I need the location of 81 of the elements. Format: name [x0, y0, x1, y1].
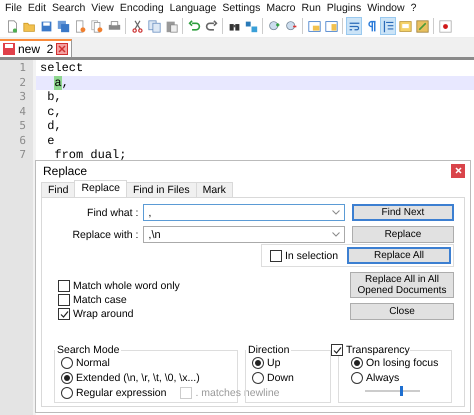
combo-field[interactable]: ,\n	[143, 226, 345, 243]
close-button[interactable]	[451, 164, 465, 178]
redo-icon	[204, 20, 218, 32]
radio-button[interactable]: Down	[252, 372, 324, 384]
code-line: d,	[46, 119, 63, 134]
code-line: from dual;	[53, 148, 128, 162]
code-line: e	[46, 134, 55, 148]
clipboard-icon	[164, 20, 178, 32]
copy-icon	[148, 20, 160, 32]
dialog-tab[interactable]: Find	[41, 182, 76, 197]
dialog-button[interactable]: Replace All in All Opened Documents	[350, 272, 454, 298]
zoom-out-icon	[284, 20, 298, 32]
radio-button[interactable]: Always	[351, 372, 445, 384]
radio-button[interactable]: Extended (\n, \r, \t, \0, \x...)	[61, 372, 231, 384]
record-icon	[438, 20, 452, 32]
checkbox[interactable]: Match case	[58, 294, 180, 306]
radio-button[interactable]: Normal	[61, 357, 231, 369]
menu-item[interactable]: Plugins	[324, 2, 366, 14]
line-number: 6	[18, 134, 27, 148]
new-file-icon	[6, 20, 18, 32]
checkbox[interactable]: In selection	[270, 250, 338, 262]
radio-button[interactable]: Regular expression	[61, 387, 166, 399]
documents-close-icon	[90, 20, 104, 32]
dialog-button[interactable]: Replace All	[347, 247, 451, 264]
code-line: c,	[46, 104, 63, 119]
slider-thumb[interactable]	[400, 386, 403, 396]
printer-icon	[108, 20, 120, 32]
dialog-button[interactable]: Close	[350, 303, 454, 320]
dialog-tab[interactable]: Find in Files	[126, 182, 197, 197]
radio-button[interactable]: On losing focus	[351, 357, 445, 369]
chevron-down-icon	[332, 232, 340, 237]
window-sync-icon	[324, 20, 338, 32]
document-map-icon	[398, 20, 412, 32]
line-number: 7	[18, 148, 27, 162]
indent-guide-icon	[382, 20, 394, 32]
field-label: Replace with :	[71, 228, 140, 240]
group-title: Direction	[247, 344, 290, 356]
window-sync-icon	[308, 20, 320, 32]
chevron-down-icon	[332, 210, 340, 215]
code-line: b,	[46, 90, 63, 104]
menu-item[interactable]: Run	[300, 2, 325, 14]
menu-item[interactable]: Macro	[264, 2, 300, 14]
field-label: Find what :	[86, 206, 140, 218]
menu-item[interactable]: Search	[50, 2, 90, 14]
line-number: 5	[18, 119, 27, 134]
dialog-tab[interactable]: Mark	[196, 182, 233, 197]
menu-item[interactable]: Encoding	[118, 2, 168, 14]
group-title: Search Mode	[56, 344, 120, 356]
document-tab[interactable]: new 2	[0, 39, 72, 57]
dialog-button[interactable]: Find Next	[352, 204, 454, 221]
menu-item[interactable]: File	[3, 2, 26, 14]
undo-icon	[188, 20, 200, 32]
menu-item[interactable]: Window	[365, 2, 409, 14]
checkmark-icon	[332, 346, 342, 354]
checkmark-icon	[60, 310, 68, 318]
combo-field[interactable]: ,	[143, 204, 345, 221]
line-number: 3	[18, 90, 27, 104]
zoom-in-icon	[268, 20, 280, 32]
line-number: 1	[18, 61, 27, 76]
replace-icon	[244, 20, 258, 32]
line-number: 2	[18, 76, 27, 90]
dialog-button[interactable]: Replace	[352, 226, 454, 243]
checkbox[interactable]: Transparency	[331, 344, 410, 356]
menu-item[interactable]: ?	[408, 2, 420, 14]
close-icon[interactable]	[56, 43, 68, 55]
code-line: select	[39, 61, 84, 76]
menu-item[interactable]: View	[89, 2, 118, 14]
close-icon	[454, 167, 462, 174]
checkbox[interactable]: Match whole word only	[58, 280, 180, 292]
checkbox[interactable]: Wrap around	[58, 308, 180, 320]
menu-item[interactable]: Language	[168, 2, 220, 14]
dialog-title: Replace	[42, 164, 88, 178]
floppy-disks-icon	[56, 20, 70, 32]
word-wrap-icon	[348, 20, 360, 32]
scissors-icon	[130, 20, 144, 32]
menu-item[interactable]: Settings	[220, 2, 264, 14]
function-list-icon	[416, 20, 428, 32]
menu-item[interactable]: Edit	[26, 2, 50, 14]
document-close-icon	[74, 20, 86, 32]
radio-button[interactable]: Up	[252, 357, 324, 369]
line-number: 4	[18, 104, 27, 119]
